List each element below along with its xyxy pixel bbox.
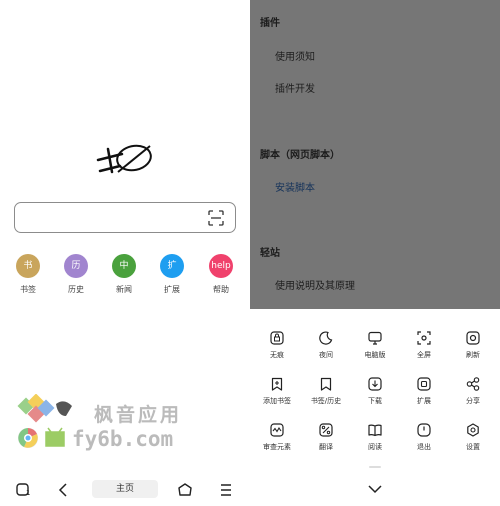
tab-count: 1 (26, 489, 31, 497)
shortcut-grid: 书 书签 历 历史 中 新闻 扩 扩展 help 帮助 (0, 254, 250, 298)
extension-icon (417, 377, 431, 391)
watermark: 枫音应用 fy6b.com (16, 394, 196, 454)
menu-screen: 插件 使用须知 插件开发 脚本（网页脚本） 安装脚本 轻站 使用说明及其原理 无… (250, 0, 500, 506)
home-icon[interactable] (177, 482, 193, 498)
shortcut-label: 书签 (20, 285, 36, 294)
menu-action-label: 下载 (368, 397, 382, 405)
menu-action-label: 全屏 (417, 351, 431, 359)
shortcut-label: 帮助 (213, 285, 229, 294)
browser-logo (96, 144, 152, 174)
search-input[interactable] (14, 202, 236, 233)
shortcut-news[interactable]: 中 新闻 (104, 254, 144, 295)
home-button[interactable]: 主页 (92, 480, 158, 498)
dimmed-page-overlay[interactable]: 插件 使用须知 插件开发 脚本（网页脚本） 安装脚本 轻站 使用说明及其原理 (250, 0, 500, 309)
book-icon (368, 424, 382, 437)
settings-button[interactable]: 设置 (448, 423, 498, 452)
menu-action-label: 书签/历史 (310, 397, 342, 405)
plugins-usage-link[interactable]: 使用须知 (275, 48, 315, 63)
downloads-button[interactable]: 下载 (350, 377, 400, 406)
refresh-button[interactable]: 刷新 (448, 331, 498, 360)
menu-action-label: 翻译 (319, 443, 333, 451)
desktop-mode-button[interactable]: 电脑版 (350, 331, 400, 360)
shortcut-label: 新闻 (116, 285, 132, 294)
refresh-icon (466, 331, 480, 345)
menu-action-label: 阅读 (368, 443, 382, 451)
section-title-light: 轻站 (260, 248, 280, 259)
menu-action-label: 分享 (466, 397, 480, 405)
menu-action-label: 扩展 (417, 397, 431, 405)
menu-action-label: 夜间 (319, 351, 333, 359)
watermark-text: 枫音应用 (94, 404, 183, 426)
menu-action-label: 电脑版 (364, 351, 386, 359)
settings-icon (467, 423, 479, 437)
chevron-down-icon[interactable] (367, 483, 383, 495)
menu-action-label: 刷新 (466, 351, 480, 359)
reader-button[interactable]: 阅读 (350, 423, 400, 452)
install-script-link[interactable]: 安装脚本 (275, 179, 315, 194)
inspect-icon (270, 423, 284, 437)
translate-button[interactable]: 翻译 (301, 423, 351, 452)
section-title-scripts: 脚本（网页脚本） (260, 150, 340, 161)
share-icon (466, 377, 480, 391)
bookmarks-history-button[interactable]: 书签/历史 (301, 377, 351, 406)
incognito-button[interactable]: 无痕 (252, 331, 302, 360)
bookmarks-badge-icon: 书 (16, 254, 40, 278)
bottom-toolbar: 1 主页 (0, 476, 250, 504)
translate-icon (319, 423, 333, 437)
light-usage-link[interactable]: 使用说明及其原理 (275, 277, 355, 292)
plugins-dev-link[interactable]: 插件开发 (275, 80, 315, 95)
shortcut-help[interactable]: help 帮助 (201, 254, 241, 295)
extensions-badge-icon: 扩 (160, 254, 184, 278)
incognito-icon (270, 331, 284, 345)
home-screen: 书 书签 历 历史 中 新闻 扩 扩展 help 帮助 枫音应用 fy6b.co… (0, 0, 250, 506)
section-title-plugins: 插件 (260, 18, 280, 29)
shortcut-label: 扩展 (164, 285, 180, 294)
back-icon[interactable] (56, 482, 72, 498)
power-icon (417, 423, 431, 437)
menu-action-label: 添加书签 (263, 397, 291, 405)
exit-button[interactable]: 退出 (399, 423, 449, 452)
menu-action-label: 无痕 (270, 351, 284, 359)
help-badge-icon: help (209, 254, 233, 278)
fullscreen-icon (417, 331, 431, 345)
share-button[interactable]: 分享 (448, 377, 498, 406)
download-icon (368, 377, 382, 391)
menu-action-label: 审查元素 (263, 443, 291, 451)
menu-icon[interactable] (218, 482, 234, 498)
menu-sheet: 无痕 夜间 电脑版 全屏 刷新 添加书签 书签/历史 下载 扩展 分享 审查元素… (250, 309, 500, 506)
add-bookmark-icon (271, 377, 283, 391)
sheet-handle[interactable] (369, 466, 381, 468)
moon-icon (319, 331, 333, 345)
night-mode-button[interactable]: 夜间 (301, 331, 351, 360)
extensions-button[interactable]: 扩展 (399, 377, 449, 406)
watermark-domain: fy6b.com (72, 427, 174, 451)
desktop-icon (368, 331, 382, 345)
shortcut-label: 历史 (68, 285, 84, 294)
add-bookmark-button[interactable]: 添加书签 (252, 377, 302, 406)
menu-action-label: 退出 (417, 443, 431, 451)
bookmark-icon (320, 377, 332, 391)
shortcut-bookmarks[interactable]: 书 书签 (8, 254, 48, 295)
fullscreen-button[interactable]: 全屏 (399, 331, 449, 360)
news-badge-icon: 中 (112, 254, 136, 278)
scan-icon[interactable] (208, 210, 224, 226)
shortcut-extensions[interactable]: 扩 扩展 (152, 254, 192, 295)
history-badge-icon: 历 (64, 254, 88, 278)
menu-action-label: 设置 (466, 443, 480, 451)
inspect-element-button[interactable]: 审查元素 (252, 423, 302, 452)
shortcut-history[interactable]: 历 历史 (56, 254, 96, 295)
